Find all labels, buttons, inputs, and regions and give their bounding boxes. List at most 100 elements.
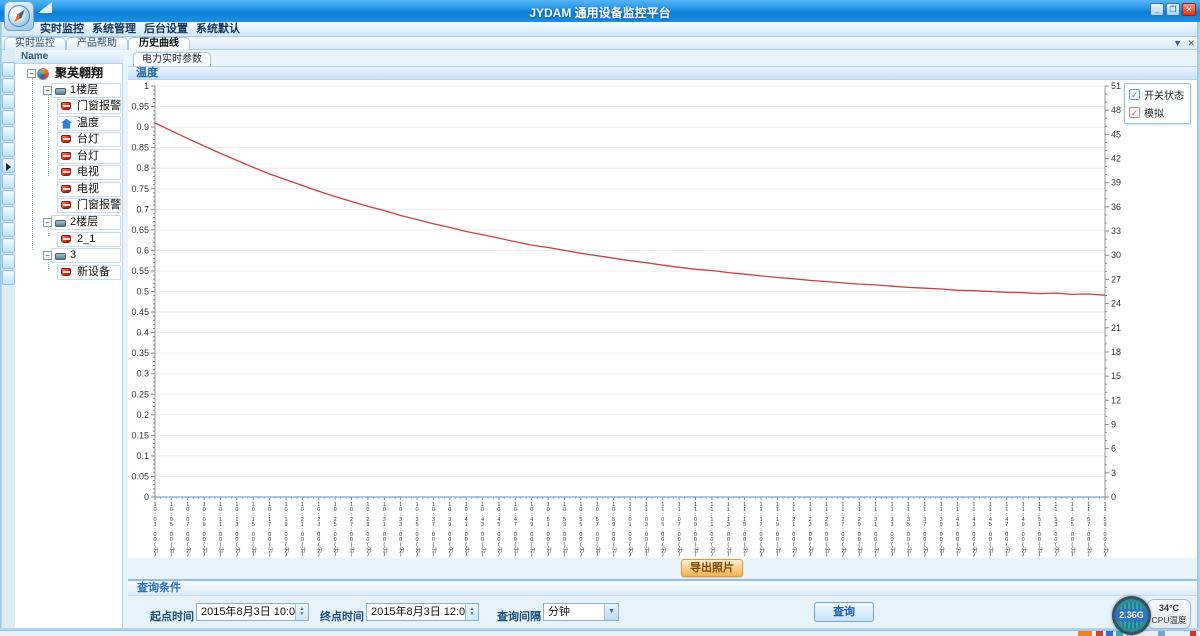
x-axis-label: 10:29:00(分) [364,502,371,557]
x-axis-label: 11:51:00(分) [1035,502,1042,557]
svg-text:36: 36 [1111,202,1121,212]
tab-help[interactable]: 产品帮助 [66,37,128,50]
dock-square-button[interactable] [2,254,15,269]
svg-text:0.05: 0.05 [131,471,149,481]
tab-dropdown-icon[interactable]: ▼ [1173,38,1182,49]
x-axis-label: 11:31:00(分) [872,502,879,557]
end-time-value[interactable]: 2015年8月3日 12:00:00 [367,604,465,620]
svg-text:39: 39 [1111,178,1121,188]
dock-square-button[interactable] [2,142,15,157]
menu-item-system[interactable]: 系统管理 [92,23,136,36]
x-axis-label: 11:09:00(分) [692,502,699,557]
cpu-temp-label: CPU温度 [1148,615,1190,625]
expand-arrow-icon[interactable] [6,163,11,171]
memory-value: 2.36G [1114,609,1149,622]
x-axis-label: 11:13:00(分) [724,502,731,557]
x-axis-label: 11:53:00(分) [1052,502,1059,557]
tree-expander-icon[interactable]: − [27,69,36,78]
svg-text:18: 18 [1111,347,1121,357]
svg-text:48: 48 [1111,105,1121,115]
dock-square-button[interactable] [2,94,15,109]
tab-power-params[interactable]: 电力实时参数 [133,52,211,66]
legend-checkbox[interactable]: ✓ [1129,89,1140,100]
dock-square-button[interactable] [2,270,15,285]
tab-close-icon[interactable]: ✕ [1187,38,1195,49]
svg-text:0: 0 [1111,492,1116,502]
dock-square-button[interactable] [2,126,15,141]
start-time-value[interactable]: 2015年8月3日 10:00:00 [197,604,295,620]
dock-square-button[interactable] [2,238,15,253]
x-axis-label: 11:45:00(分) [986,502,993,557]
x-axis-label: 11:47:00(分) [1003,502,1010,557]
svg-text:42: 42 [1111,154,1121,164]
app-root-icon [37,68,49,80]
x-axis-label: 10:09:00(分) [200,502,207,557]
dock-square-button[interactable] [2,158,15,173]
x-axis-label: 11:39:00(分) [937,502,944,557]
cpu-temp-widget: 34°C CPU温度 [1147,599,1191,629]
x-axis-label: 10:49:00(分) [528,502,535,557]
svg-text:0.2: 0.2 [136,410,149,420]
dock-square-button[interactable] [2,206,15,221]
tree-item-label: 2楼层 [70,216,98,229]
tree-item-node[interactable]: −3 [15,248,123,264]
taskbar-icon[interactable] [1190,631,1196,636]
start-time-field[interactable]: 2015年8月3日 10:00:00 ▲▼ [196,603,309,621]
menu-item-realtime[interactable]: 实时监控 [40,23,84,36]
taskbar-icon[interactable] [1106,631,1113,636]
tree-item-node[interactable]: 新设备 [15,265,123,281]
taskbar-icon[interactable] [1158,631,1165,636]
start-time-spinner[interactable]: ▲▼ [295,604,308,620]
interval-select[interactable]: 分钟 ▼ [543,603,619,621]
device-red-icon [61,268,71,276]
x-axis-label: 10:05:00(分) [167,502,174,557]
floor-icon [55,220,66,227]
dock-square-button[interactable] [2,174,15,189]
close-button[interactable]: ✕ [1182,3,1196,16]
end-time-spinner[interactable]: ▲▼ [465,604,478,620]
svg-text:0.95: 0.95 [131,102,149,112]
x-axis-label: 10:57:00(分) [593,502,600,557]
svg-text:0.85: 0.85 [131,143,149,153]
menu-item-backstage[interactable]: 后台设置 [144,23,188,36]
x-axis-label: 10:13:00(分) [233,502,240,557]
title-bar: JYDAM 通用设备监控平台 [0,0,1200,22]
chart-legend: ✓开关状态✓模拟 [1124,83,1191,124]
x-axis-label: 10:21:00(分) [298,502,305,557]
temperature-chart: 00.050.10.150.20.250.30.350.40.450.50.55… [128,80,1197,558]
tab-realtime[interactable]: 实时监控 [4,37,66,50]
legend-checkbox[interactable]: ✓ [1129,107,1140,118]
device-red-icon [61,135,71,143]
export-photo-button[interactable]: 导出照片 [681,559,743,577]
x-axis-label: 11:05:00(分) [659,502,666,557]
dock-square-button[interactable] [2,190,15,205]
svg-text:30: 30 [1111,250,1121,260]
svg-text:9: 9 [1111,419,1116,429]
query-panel: 查询条件 起点时间 2015年8月3日 10:00:00 ▲▼ 终点时间 201… [128,579,1197,630]
dock-square-button[interactable] [2,222,15,237]
svg-text:15: 15 [1111,371,1121,381]
dock-square-button[interactable] [2,62,15,77]
x-axis-label: 10:33:00(分) [397,502,404,557]
taskbar-icon[interactable] [1096,631,1103,636]
dropdown-arrow-icon[interactable]: ▼ [604,604,618,620]
x-axis-label: 10:15:00(分) [249,502,256,557]
x-axis-label: 11:15:00(分) [741,502,748,557]
tab-history[interactable]: 历史曲线 [128,37,190,50]
spin-down-icon[interactable]: ▼ [300,612,305,617]
spin-down-icon[interactable]: ▼ [470,612,475,617]
x-axis-label: 11:17:00(分) [757,502,764,557]
interval-value[interactable]: 分钟 [544,604,604,620]
menu-item-default[interactable]: 系统默认 [196,23,240,36]
query-button[interactable]: 查询 [814,602,874,622]
dock-square-button[interactable] [2,110,15,125]
start-time-label: 起点时间 [150,608,194,624]
minimize-button[interactable]: _ [1150,3,1164,16]
dock-square-button[interactable] [2,78,15,93]
device-red-icon [61,152,71,160]
x-axis-label: 10:37:00(分) [429,502,436,557]
end-time-field[interactable]: 2015年8月3日 12:00:00 ▲▼ [366,603,479,621]
cpu-temp-value: 34°C [1148,602,1190,615]
taskbar-icon[interactable] [1078,631,1092,636]
restore-button[interactable]: ❐ [1166,3,1180,16]
